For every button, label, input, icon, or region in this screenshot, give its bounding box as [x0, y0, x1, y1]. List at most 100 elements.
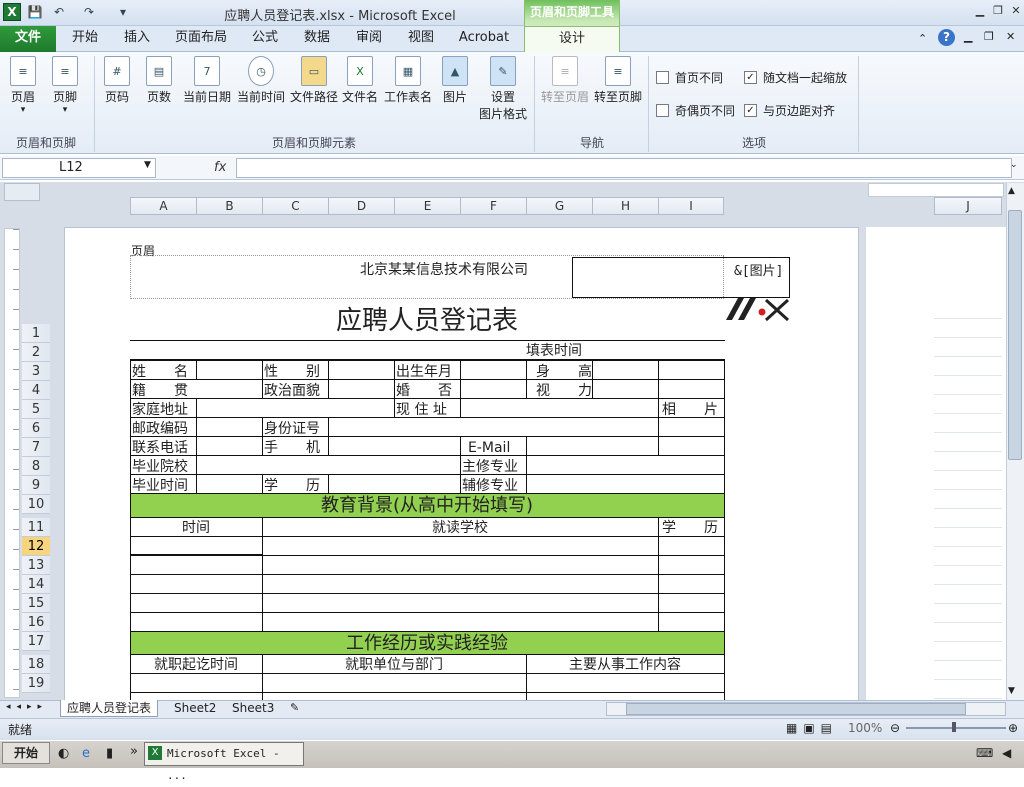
header-button[interactable]: ≡ 页眉 ▾: [6, 56, 40, 115]
page-number-button[interactable]: # 页码: [102, 56, 132, 105]
odd-even-checkbox[interactable]: 奇偶页不同: [656, 102, 735, 119]
name-box[interactable]: L12: [2, 158, 156, 178]
scroll-down-icon[interactable]: ▼: [1008, 686, 1015, 696]
row-header-2[interactable]: 2: [22, 343, 50, 362]
col-header-d[interactable]: D: [328, 197, 394, 215]
minimize-icon[interactable]: ▁: [972, 4, 988, 18]
tab-data[interactable]: 数据: [296, 26, 338, 52]
formula-input[interactable]: [236, 158, 1012, 178]
zoom-level[interactable]: 100%: [848, 721, 882, 735]
goto-header-button[interactable]: ≡ 转至页眉: [540, 56, 590, 105]
row-header-19[interactable]: 19: [22, 674, 50, 693]
close-icon[interactable]: ✕: [1008, 4, 1024, 18]
volume-icon[interactable]: ◀: [1002, 746, 1011, 760]
select-all-corner[interactable]: [4, 183, 40, 201]
col-header-e[interactable]: E: [394, 197, 460, 215]
goto-footer-button[interactable]: ≡ 转至页脚: [592, 56, 644, 105]
col-header-b[interactable]: B: [196, 197, 262, 215]
first-page-checkbox[interactable]: 首页不同: [656, 69, 723, 86]
help-icon[interactable]: ?: [938, 29, 955, 46]
doc-minimize-icon[interactable]: ▁: [964, 30, 972, 43]
tab-home[interactable]: 开始: [64, 26, 106, 52]
current-time-button[interactable]: ◷ 当前时间: [236, 56, 286, 105]
name-box-dropdown-icon[interactable]: ▼: [144, 160, 151, 170]
row-header-17[interactable]: 17: [22, 632, 50, 651]
row-header-10[interactable]: 10: [22, 495, 50, 514]
row-header-18[interactable]: 18: [22, 655, 50, 674]
scale-with-doc-checkbox[interactable]: ✓ 随文档一起缩放: [744, 69, 847, 86]
tab-insert[interactable]: 插入: [114, 26, 160, 52]
row-header-3[interactable]: 3: [22, 362, 50, 381]
tab-page-layout[interactable]: 页面布局: [170, 26, 232, 52]
view-buttons-icon[interactable]: ▦▣▤: [786, 721, 838, 735]
quicklaunch-icon-1[interactable]: ◐: [58, 746, 69, 761]
more-quicklaunch-icon[interactable]: »: [130, 744, 138, 759]
file-path-button[interactable]: ▭ 文件路径: [289, 56, 339, 105]
save-icon[interactable]: 💾: [26, 3, 44, 21]
insert-sheet-icon[interactable]: ✎: [290, 701, 299, 714]
horizontal-scroll-thumb[interactable]: [626, 703, 966, 715]
format-picture-button[interactable]: ✎ 设置 图片格式: [476, 56, 530, 122]
redo-icon[interactable]: ↷: [80, 3, 98, 21]
tab-file[interactable]: 文件: [0, 26, 56, 52]
zoom-slider[interactable]: [906, 727, 1006, 729]
col-header-c[interactable]: C: [262, 197, 328, 215]
row-header-7[interactable]: 7: [22, 438, 50, 457]
undo-icon[interactable]: ↶: [50, 3, 68, 21]
col-header-i[interactable]: I: [658, 197, 724, 215]
col-header-a[interactable]: A: [130, 197, 196, 215]
taskbar-excel-item[interactable]: Microsoft Excel - ...: [144, 742, 304, 782]
start-button[interactable]: 开始: [2, 742, 50, 764]
col-header-f[interactable]: F: [460, 197, 526, 215]
sheet-tab-1[interactable]: 应聘人员登记表: [60, 700, 159, 717]
tab-acrobat[interactable]: Acrobat: [452, 26, 516, 52]
current-date-button[interactable]: 7 当前日期: [182, 56, 232, 105]
picture-button[interactable]: ▲ 图片: [440, 56, 470, 105]
col-header-h[interactable]: H: [592, 197, 658, 215]
zoom-out-icon[interactable]: ⊖: [890, 721, 900, 735]
align-margins-checkbox[interactable]: ✓ 与页边距对齐: [744, 102, 835, 119]
expand-formula-icon[interactable]: ⌄: [1010, 160, 1018, 170]
footer-button[interactable]: ≡ 页脚 ▾: [48, 56, 82, 115]
row-header-13[interactable]: 13: [22, 556, 50, 575]
ie-icon[interactable]: e: [82, 746, 90, 761]
tab-view[interactable]: 视图: [400, 26, 442, 52]
row-header-9[interactable]: 9: [22, 476, 50, 495]
row-header-14[interactable]: 14: [22, 575, 50, 594]
row-header-11[interactable]: 11: [22, 518, 50, 537]
doc-restore-icon[interactable]: ❐: [984, 30, 994, 43]
tab-design[interactable]: 设计: [524, 26, 620, 53]
tab-formulas[interactable]: 公式: [244, 26, 286, 52]
zoom-slider-thumb[interactable]: [952, 722, 956, 732]
restore-icon[interactable]: ❐: [990, 4, 1006, 18]
excel-app-icon[interactable]: X: [3, 3, 21, 21]
row-header-15[interactable]: 15: [22, 594, 50, 613]
sheet-tab-3[interactable]: Sheet3: [226, 700, 280, 717]
customize-qat-icon[interactable]: ▾: [114, 3, 132, 21]
tab-review[interactable]: 审阅: [348, 26, 390, 52]
quicklaunch-icon-3[interactable]: ▮: [106, 746, 113, 761]
sheet-name-button[interactable]: ▦ 工作表名: [382, 56, 434, 105]
col-header-g[interactable]: G: [526, 197, 592, 215]
row-header-5[interactable]: 5: [22, 400, 50, 419]
minimize-ribbon-icon[interactable]: ⌃: [918, 32, 927, 45]
vertical-scroll-thumb[interactable]: [1008, 210, 1022, 460]
sheet-nav-arrows-icon[interactable]: ◂◂▸▸: [6, 702, 48, 712]
col-header-j[interactable]: J: [934, 197, 1002, 215]
doc-close-icon[interactable]: ✕: [1006, 30, 1015, 43]
column-j-cells[interactable]: [934, 300, 1002, 700]
grid-line-h: [130, 554, 262, 556]
sheet-tab-2[interactable]: Sheet2: [168, 700, 222, 717]
scroll-up-icon[interactable]: ▲: [1008, 186, 1015, 196]
keyboard-icon[interactable]: ⌨: [976, 746, 993, 760]
insert-function-icon[interactable]: fx: [214, 160, 226, 175]
page-count-button[interactable]: ▤ 页数: [144, 56, 174, 105]
row-header-1[interactable]: 1: [22, 324, 50, 343]
row-header-4[interactable]: 4: [22, 381, 50, 400]
row-header-8[interactable]: 8: [22, 457, 50, 476]
zoom-in-icon[interactable]: ⊕: [1008, 721, 1018, 735]
row-header-6[interactable]: 6: [22, 419, 50, 438]
row-header-16[interactable]: 16: [22, 613, 50, 632]
row-header-12[interactable]: 12: [22, 537, 50, 556]
file-name-button[interactable]: X 文件名: [341, 56, 379, 105]
